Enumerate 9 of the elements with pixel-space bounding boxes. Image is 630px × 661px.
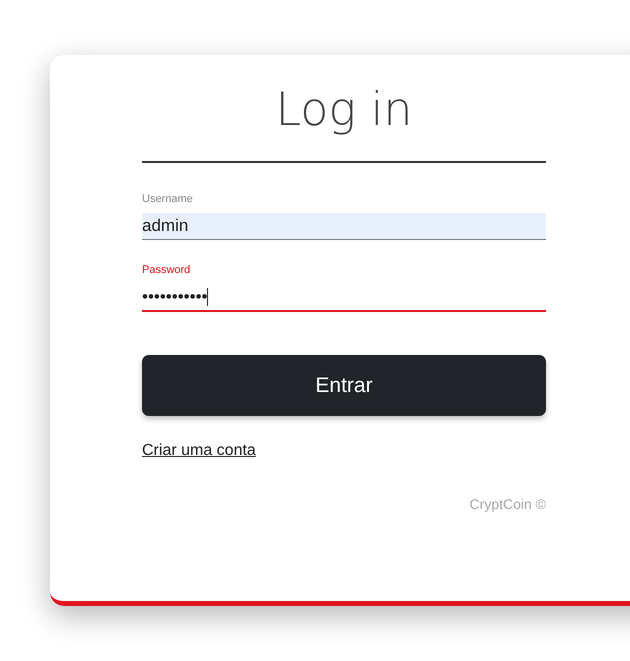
input-field[interactable]: admin <box>142 213 546 240</box>
input-field[interactable]: ••••••••••• <box>142 284 546 312</box>
field-label: Password <box>142 264 190 276</box>
text-caret <box>207 288 208 306</box>
field-label: Username <box>142 193 193 205</box>
submit-button[interactable]: Entrar <box>142 355 546 416</box>
signup-link[interactable]: Criar uma conta <box>142 442 256 460</box>
login-title: Log in <box>274 81 414 138</box>
footer-text: CryptCoin © <box>470 496 546 512</box>
